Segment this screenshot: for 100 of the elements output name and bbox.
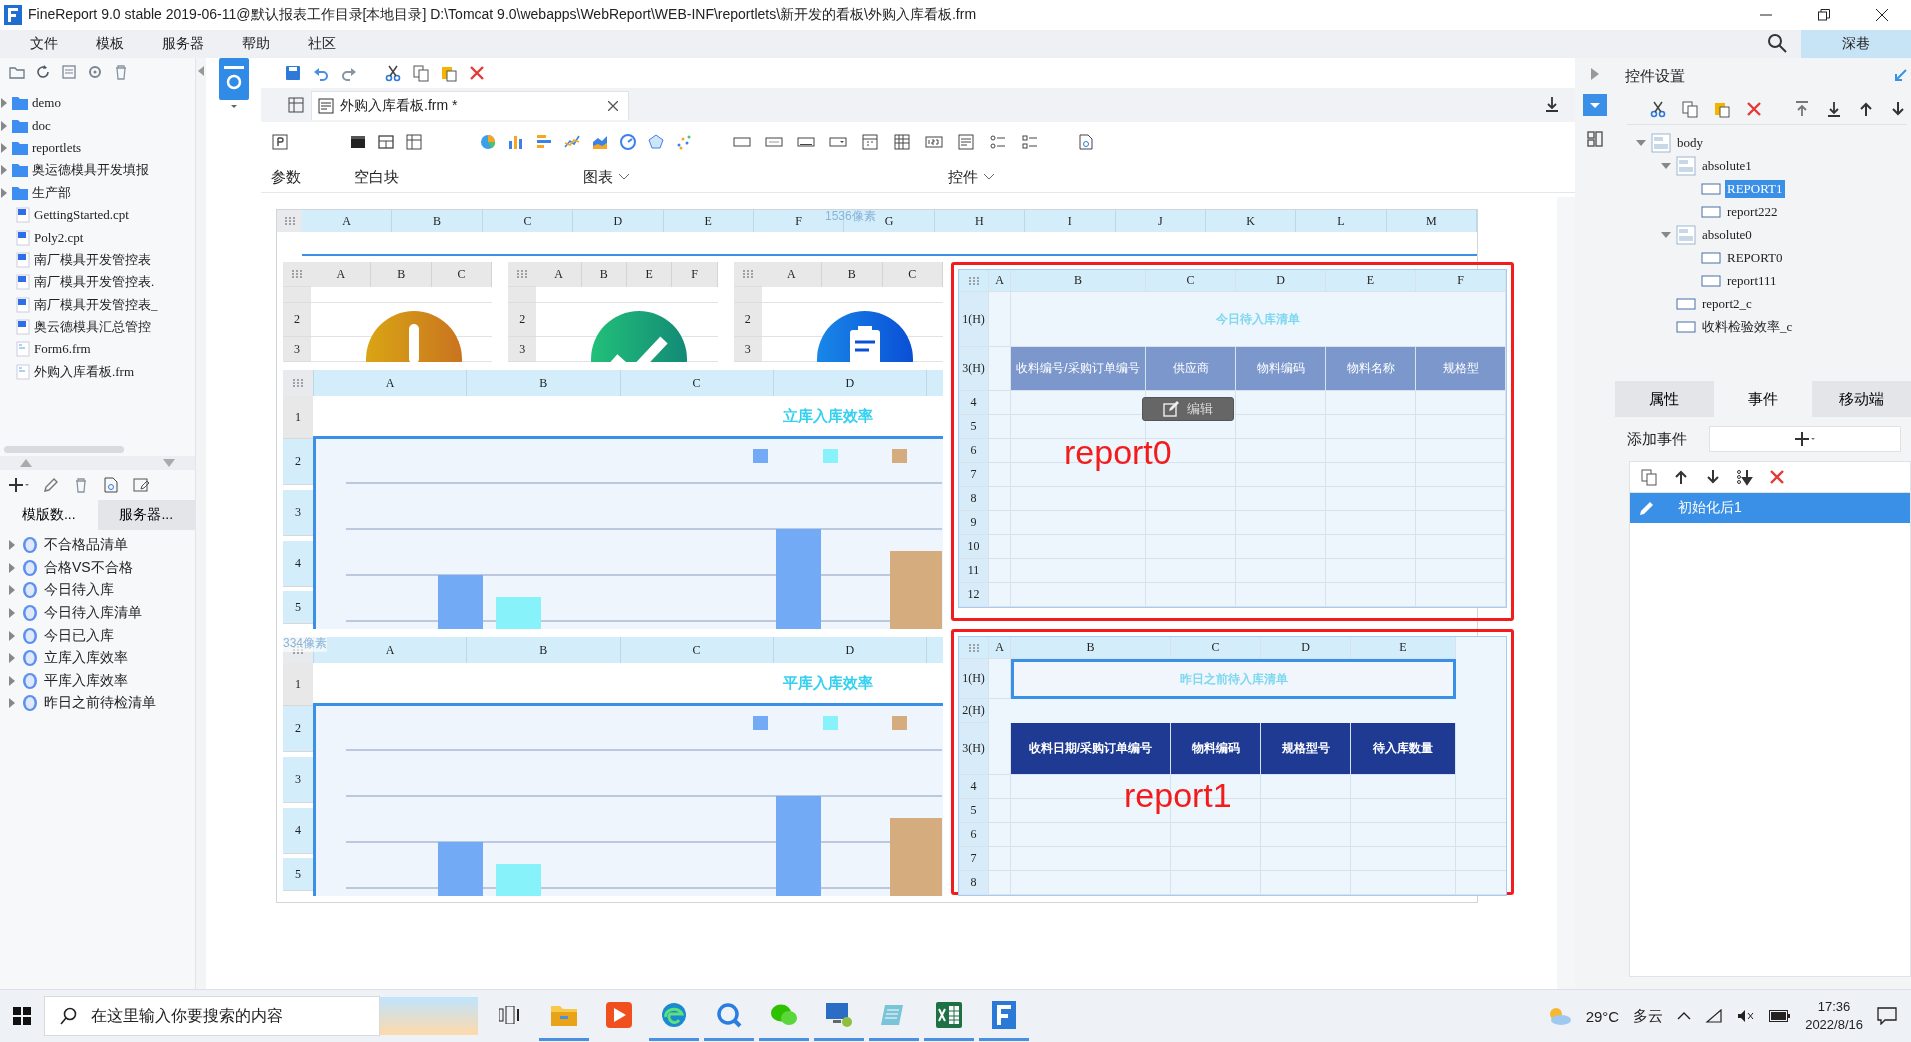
dropdown-caret-icon[interactable] <box>619 174 629 180</box>
search-icon[interactable] <box>1767 32 1787 53</box>
battery-icon[interactable] <box>1769 1010 1792 1022</box>
tree-item[interactable]: body <box>1675 133 1705 152</box>
drag-handle-icon[interactable] <box>967 642 980 653</box>
file-tree-item[interactable]: demo <box>32 95 61 112</box>
file-tree-item[interactable]: GettingStarted.cpt <box>34 207 129 224</box>
panel-tab[interactable]: 服务器... <box>97 500 195 530</box>
tree-item[interactable]: report111 <box>1725 271 1779 290</box>
dock-icon[interactable] <box>1543 94 1561 113</box>
volume-icon[interactable] <box>1737 1009 1756 1023</box>
text-area-icon[interactable] <box>957 133 975 151</box>
dataset-item[interactable]: 今日已入库 <box>44 626 114 645</box>
panel-tab[interactable]: 属性 <box>1615 381 1714 417</box>
dataset-item[interactable]: 昨日之前待检清单 <box>44 694 156 713</box>
date-icon[interactable] <box>861 133 879 151</box>
block-icon[interactable] <box>349 133 367 151</box>
menu-item[interactable]: 模板 <box>74 35 140 53</box>
move-to-bottom-icon[interactable] <box>1736 468 1754 486</box>
panel-tab[interactable]: 移动端 <box>1812 381 1911 417</box>
document-icon[interactable] <box>60 63 78 81</box>
expand-caret-icon[interactable] <box>0 120 8 131</box>
layout-icon[interactable] <box>1586 130 1604 148</box>
collapse-caret-icon[interactable] <box>1660 230 1672 239</box>
menu-item[interactable]: 服务器 <box>140 35 220 53</box>
pie-chart-icon[interactable] <box>479 133 497 151</box>
scrollbar-track[interactable] <box>1557 197 1575 989</box>
close-icon[interactable] <box>1876 9 1888 21</box>
dock-arrow-icon[interactable] <box>1893 69 1907 83</box>
dataset-item[interactable]: 立库入库效率 <box>44 649 128 668</box>
parameter-icon[interactable] <box>271 133 289 151</box>
horizontal-bar-icon[interactable] <box>535 133 553 151</box>
close-tab-icon[interactable] <box>608 100 618 111</box>
file-tree-item[interactable]: 南厂模具开发管控表. <box>34 273 155 292</box>
move-down-icon[interactable] <box>1704 468 1722 486</box>
taskbar-search-field[interactable]: 在这里输入你要搜索的内容 <box>44 996 380 1036</box>
expand-caret-icon[interactable] <box>8 630 16 641</box>
down-caret-icon[interactable] <box>163 459 175 467</box>
dataset-item[interactable]: 今日待入库 <box>44 581 114 600</box>
tree-item[interactable]: report2_c <box>1700 294 1754 313</box>
drag-handle-icon[interactable] <box>292 378 304 388</box>
paste-icon[interactable] <box>440 64 458 82</box>
dropdown-caret-icon[interactable] <box>984 174 994 180</box>
dataset-item[interactable]: 合格VS不合格 <box>44 558 133 577</box>
preview-icon[interactable] <box>102 476 120 494</box>
menu-item[interactable]: 帮助 <box>220 35 286 53</box>
editor-tab[interactable]: 外购入库看板.frm * <box>311 90 629 120</box>
delete-icon[interactable] <box>1768 468 1786 486</box>
paste-icon[interactable] <box>1713 100 1731 118</box>
drag-handle-icon[interactable] <box>291 269 303 279</box>
wifi-icon[interactable] <box>1705 1009 1724 1023</box>
expand-caret-icon[interactable] <box>0 165 8 176</box>
cut-icon[interactable] <box>1649 100 1667 118</box>
collapse-left-icon[interactable] <box>198 66 204 76</box>
drag-handle-icon[interactable] <box>292 645 304 655</box>
grid-icon[interactable] <box>287 96 305 114</box>
collapse-caret-icon[interactable] <box>1635 138 1647 147</box>
expand-caret-icon[interactable] <box>0 187 8 198</box>
tree-item[interactable]: REPORT0 <box>1725 248 1785 267</box>
file-tree-item[interactable]: 奥运德模具开发填报 <box>32 161 149 180</box>
user-name[interactable]: 深巷 <box>1801 30 1911 58</box>
notification-icon[interactable] <box>1877 1007 1897 1025</box>
save-icon[interactable] <box>284 64 302 82</box>
expand-caret-icon[interactable] <box>8 608 16 619</box>
preview-icon[interactable] <box>1077 133 1095 151</box>
expand-caret-icon[interactable] <box>8 540 16 551</box>
expand-caret-icon[interactable] <box>0 142 8 153</box>
file-tree-item[interactable]: Poly2.cpt <box>34 229 84 246</box>
expand-caret-icon[interactable] <box>8 675 16 686</box>
copy-icon[interactable] <box>1640 468 1658 486</box>
edit-template-icon[interactable] <box>132 476 150 494</box>
clock-time[interactable]: 17:36 <box>1817 998 1851 1016</box>
restore-icon[interactable] <box>1818 9 1830 21</box>
file-tree-item[interactable]: 外购入库看板.frm <box>34 362 135 381</box>
drag-handle-icon[interactable] <box>741 269 754 279</box>
delete-icon[interactable] <box>1745 100 1763 118</box>
copy-icon[interactable] <box>412 64 430 82</box>
drag-handle-icon[interactable] <box>283 216 296 226</box>
expand-caret-icon[interactable] <box>8 562 16 573</box>
tree-item[interactable]: report222 <box>1725 202 1780 221</box>
refresh-icon[interactable] <box>34 63 52 81</box>
add-icon[interactable] <box>1794 430 1816 448</box>
dataset-item[interactable]: 平库入库效率 <box>44 671 128 690</box>
add-icon[interactable] <box>8 476 30 494</box>
menu-item[interactable]: 社区 <box>286 35 352 53</box>
edit-button[interactable]: 编辑 <box>1142 397 1234 421</box>
edit-icon[interactable] <box>42 476 60 494</box>
drag-handle-icon[interactable] <box>516 269 529 279</box>
menu-item[interactable]: 文件 <box>0 35 74 53</box>
move-bottom-icon[interactable] <box>1825 100 1843 118</box>
cut-icon[interactable] <box>384 64 402 82</box>
gauge-icon[interactable] <box>619 133 637 151</box>
file-tree-item[interactable]: 南厂模具开发管控表 <box>34 250 151 269</box>
file-tree-item[interactable]: 南厂模具开发管控表_ <box>34 295 158 314</box>
file-tree-item[interactable]: doc <box>32 117 51 134</box>
tree-item[interactable]: absolute1 <box>1700 156 1754 175</box>
move-top-icon[interactable] <box>1793 100 1811 118</box>
bar-chart-icon[interactable] <box>507 133 525 151</box>
table-icon[interactable] <box>405 133 423 151</box>
file-tree-item[interactable]: 生产部 <box>32 183 71 202</box>
